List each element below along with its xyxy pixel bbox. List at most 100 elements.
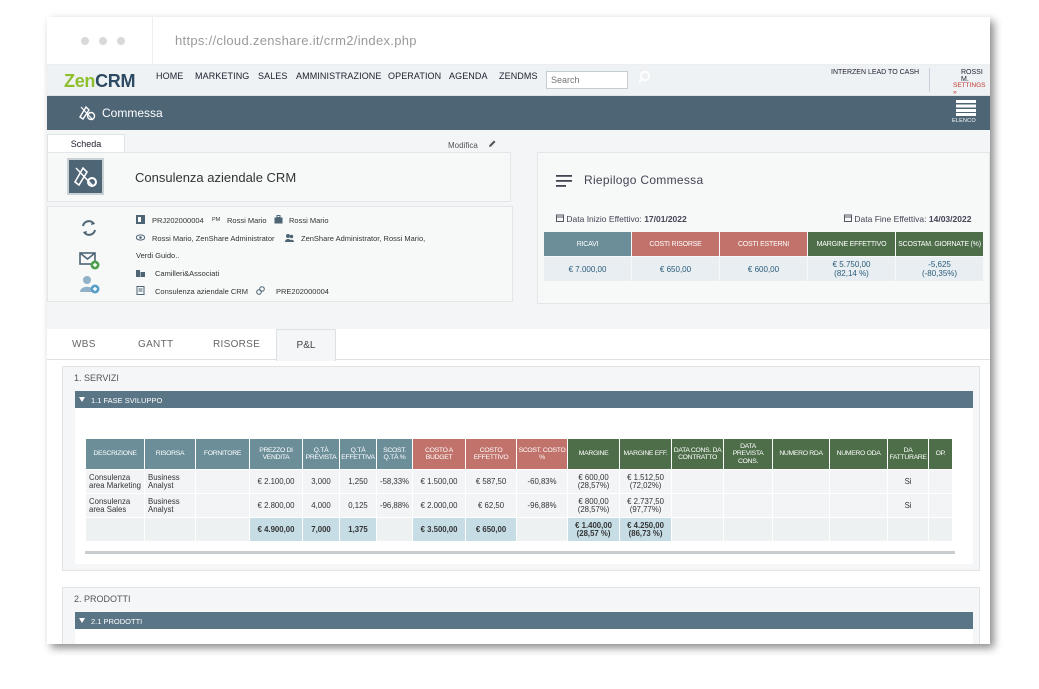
modifica-button[interactable]: Modifica — [448, 141, 478, 150]
nav-operation[interactable]: OPERATION — [388, 71, 441, 81]
cell-risorsa: Business Analyst — [145, 470, 195, 493]
project-manager: Rossi Mario — [227, 216, 267, 225]
tab-risorse[interactable]: RISORSE — [213, 339, 260, 350]
cell-margine: € 800,00 (28,57%) — [568, 494, 620, 517]
nav-amministrazione[interactable]: AMMINISTRAZIONE — [296, 71, 382, 81]
nav-agenda[interactable]: AGENDA — [449, 71, 488, 81]
section-title[interactable]: 2. PRODOTTI — [74, 594, 131, 604]
section-title[interactable]: 1. SERVIZI — [74, 373, 119, 383]
col-fornitore[interactable]: FORNITORE — [196, 439, 249, 469]
cell-qta-prevista: 4,000 — [303, 494, 339, 517]
cell-margine-eff-pct: (97,77%) — [629, 504, 662, 514]
riepilogo-header-ricavi: RICAVI — [544, 232, 631, 256]
briefcase-icon — [274, 215, 283, 224]
project-team-more: Verdi Guido.. — [136, 251, 180, 260]
col-data-prevista[interactable]: DATA PREVISTA CONS. — [724, 439, 773, 469]
cell-prezzo: € 2.100,00 — [250, 470, 302, 493]
window-dot-icon[interactable] — [99, 37, 107, 45]
tab-gantt[interactable]: GANTT — [138, 339, 173, 350]
cell-scost-qta: -58,33% — [377, 470, 413, 493]
cell-op[interactable] — [929, 470, 953, 493]
col-data-cons-contratto[interactable]: DATA CONS. DA CONTRATTO — [672, 439, 724, 469]
table-row[interactable]: Consulenza area Marketing Business Analy… — [86, 470, 953, 493]
nav-sales[interactable]: SALES — [258, 71, 288, 81]
total-margine-eff: € 4.250,00 (86,73 %) — [620, 518, 672, 541]
col-margine-eff[interactable]: MARGINE EFF. — [620, 439, 672, 469]
subsection-header[interactable]: 1.1 FASE SVILUPPO — [75, 391, 973, 409]
user-name[interactable]: ROSSI M. — [961, 69, 990, 83]
elenco-label[interactable]: ELENCO — [952, 118, 976, 124]
col-numero-oda[interactable]: NUMERO ODA — [830, 439, 888, 469]
deal-name[interactable]: Consulenza aziendale CRM — [155, 287, 248, 296]
cell-numero-rda — [773, 494, 830, 517]
col-qta-effettiva[interactable]: Q.TÀ EFFETTIVA — [340, 439, 376, 469]
col-op[interactable]: OP. — [929, 439, 953, 469]
settings-link[interactable]: SETTINGS » — [953, 82, 990, 96]
col-descrizione[interactable]: DESCRIZIONE — [86, 439, 144, 469]
col-scost-qta[interactable]: SCOST. Q.TÀ % — [377, 439, 413, 469]
top-navigation: ZenCRM HOME MARKETING SALES AMMINISTRAZI… — [47, 65, 990, 96]
window-dot-icon[interactable] — [81, 37, 89, 45]
caret-down-icon[interactable] — [79, 397, 85, 402]
tab-pl[interactable]: P&L — [276, 329, 336, 361]
cell-data-prevista — [724, 494, 773, 517]
cell-scost-costo: -60,83% — [517, 470, 568, 493]
cell-empty — [672, 518, 724, 541]
cell-op[interactable] — [929, 494, 953, 517]
project-title-card: Consulenza aziendale CRM — [47, 152, 511, 202]
total-costo-budget: € 3.500,00 — [413, 518, 466, 541]
end-date-value: 14/03/2022 — [928, 214, 972, 224]
col-costo-budget[interactable]: COSTO A BUDGET — [413, 439, 466, 469]
start-date-label: Data Inizio Effettivo: — [566, 214, 642, 224]
cell-data-prevista — [724, 470, 773, 493]
subsection-title: 2.1 PRODOTTI — [91, 617, 143, 626]
company-name[interactable]: Camilleri&Associati — [155, 269, 219, 278]
tab-scheda[interactable]: Scheda — [47, 134, 125, 152]
col-da-fatturare[interactable]: DA FATTURARE — [888, 439, 929, 469]
search-icon[interactable] — [637, 70, 651, 84]
pencil-icon[interactable] — [488, 140, 496, 148]
col-scost-costo[interactable]: SCOST. COSTO % — [517, 439, 568, 469]
project-code: PRJ202000004 — [152, 216, 204, 225]
col-prezzo[interactable]: PREZZO DI VENDITA — [250, 439, 302, 469]
tab-wbs[interactable]: WBS — [72, 339, 96, 350]
table-row[interactable]: Consulenza area Sales Business Analyst €… — [86, 494, 953, 517]
cell-margine: € 600,00 (28,57%) — [568, 470, 620, 493]
cell-margine-eff: € 1.512,50 (72,02%) — [620, 470, 672, 493]
riepilogo-table: RICAVI COSTI RISORSE COSTI ESTERNI MARGI… — [543, 231, 984, 282]
col-qta-prevista[interactable]: Q.TÀ PREVISTA — [303, 439, 339, 469]
mail-add-icon[interactable] — [78, 249, 100, 271]
window-dot-icon[interactable] — [117, 37, 125, 45]
logo-zen: Zen — [64, 71, 96, 91]
col-numero-rda[interactable]: NUMERO RDA — [773, 439, 830, 469]
nav-home[interactable]: HOME — [156, 71, 183, 81]
page-titlebar: Commessa ELENCO — [47, 96, 990, 130]
zencrm-logo[interactable]: ZenCRM — [64, 71, 136, 92]
lead-to-cash-link[interactable]: INTERZEN LEAD TO CASH — [831, 69, 919, 76]
deal-code[interactable]: PRE202000004 — [276, 287, 329, 296]
nav-marketing[interactable]: MARKETING — [195, 71, 249, 81]
project-info-card: PRJ202000004 PM Rossi Mario Rossi Mario … — [47, 206, 513, 302]
horizontal-scrollbar[interactable] — [85, 551, 955, 554]
address-bar[interactable]: https://cloud.zenshare.it/crm2/index.php — [175, 33, 417, 48]
commessa-gear-icon — [73, 166, 97, 187]
subsection-header[interactable]: 2.1 PRODOTTI — [75, 612, 973, 630]
cell-da-fatturare: Si — [888, 470, 929, 493]
pm-label: PM — [212, 217, 221, 223]
total-qta-prevista: 7,000 — [303, 518, 339, 541]
menu-lines-icon — [556, 175, 572, 187]
cell-empty — [773, 518, 830, 541]
cell-empty — [517, 518, 568, 541]
nav-zendms[interactable]: ZENDMS — [499, 71, 538, 81]
user-add-icon[interactable] — [78, 273, 100, 295]
riepilogo-costi-esterni: € 600,00 — [720, 257, 807, 281]
sync-icon[interactable] — [78, 217, 100, 239]
cell-costo-effettivo: € 62,50 — [466, 494, 517, 517]
total-margine-eff-pct: (86,73 %) — [628, 528, 663, 538]
col-costo-effettivo[interactable]: COSTO EFFETTIVO — [466, 439, 517, 469]
col-margine[interactable]: MARGINE — [568, 439, 620, 469]
caret-down-icon[interactable] — [79, 618, 85, 623]
search-input[interactable] — [546, 71, 628, 89]
col-risorsa[interactable]: RISORSA — [145, 439, 195, 469]
list-icon[interactable] — [956, 100, 976, 116]
